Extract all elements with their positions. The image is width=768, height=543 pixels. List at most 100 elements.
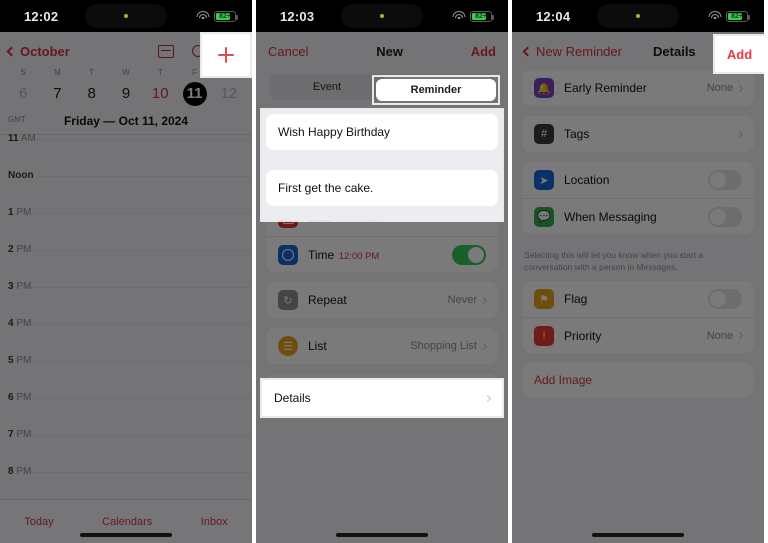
tab-calendars[interactable]: Calendars [102,516,152,528]
wifi-icon [196,10,210,22]
time-toggle[interactable] [452,244,486,265]
row-when-messaging[interactable]: 💬 When Messaging [522,198,754,234]
add-image-button[interactable]: Add Image [522,363,754,397]
hour-label: 7 [8,429,14,440]
status-bar: 12:03 82+ [256,0,508,32]
cancel-button[interactable]: Cancel [268,44,308,59]
flag-label: Flag [564,292,588,306]
chevron-right-icon [479,342,488,350]
row-text: Flag [564,290,708,308]
when-messaging-label: When Messaging [564,209,657,224]
hash-icon: # [534,124,554,144]
chevron-right-icon [735,331,744,340]
location-icon: ➤ [534,170,554,190]
repeat-icon: ↻ [278,290,298,310]
hour-row[interactable]: 4 PM [0,318,252,361]
camera-dot-icon [380,14,384,18]
hour-label: 8 [8,466,14,477]
notes-input-highlighted[interactable]: First get the cake. [266,170,498,206]
title-input-highlighted[interactable]: Wish Happy Birthday [266,114,498,150]
week-day-3[interactable]: W9 [109,68,143,106]
hour-label: 6 [8,392,14,403]
row-early-reminder[interactable]: 🔔 Early Reminder None [522,70,754,106]
week-day-2[interactable]: T8 [75,68,109,106]
when-messaging-toggle[interactable] [708,206,742,227]
row-time[interactable]: Time 12:00 PM [266,236,498,272]
details-group-4: ⚑ Flag ! Priority None [522,281,754,353]
tab-today[interactable]: Today [24,516,53,528]
modal-sheet: Cancel New Add Event Reminder Wish Happy… [256,32,508,543]
dow-label: M [54,68,61,77]
add-button-highlighted[interactable]: Add [715,36,764,72]
row-flag[interactable]: ⚑ Flag [522,281,754,317]
status-right: 82+ [196,0,238,32]
dow-label: T [89,68,95,77]
hour-row[interactable]: 7 PM [0,429,252,472]
dow-label: S [20,68,26,77]
date-number: 7 [53,85,62,102]
row-time-label: Time [308,247,335,262]
priority-icon: ! [534,325,554,346]
location-toggle[interactable] [708,170,742,190]
row-repeat[interactable]: ↻ Repeat Never [266,282,498,318]
spotlight-details-row[interactable]: Details [262,380,502,416]
hour-suffix: AM [20,133,36,144]
hour-row[interactable]: 5 PM [0,355,252,398]
date-number: 8 [87,85,96,102]
spotlight-add-button[interactable]: Add [715,36,764,72]
back-to-october-button[interactable]: October [6,44,70,59]
row-text: Priority [564,327,707,345]
week-day-0[interactable]: S6 [6,68,40,106]
battery-icon: 82+ [726,10,750,22]
dynamic-island [597,4,679,28]
battery-icon: 82+ [214,10,238,22]
list-group: ☰ List Shopping List [266,328,498,364]
spotlight-reminder-segment[interactable]: Reminder [374,77,498,103]
hour-row[interactable]: 3 PM [0,281,252,324]
battery-icon: 82+ [470,10,494,22]
row-list[interactable]: ☰ List Shopping List [266,328,498,364]
spotlight-plus-button[interactable] [202,34,250,76]
details-group-1: 🔔 Early Reminder None [522,70,754,106]
chevron-right-icon [735,130,744,138]
clock-icon [278,244,298,265]
flag-toggle[interactable] [708,289,742,309]
tab-inbox[interactable]: Inbox [201,516,228,528]
plus-icon-highlighted[interactable] [218,47,234,63]
segment-event[interactable]: Event [272,76,382,98]
phone-screen-details: 12:04 82+ New Reminder Details Add [512,0,764,543]
segment-reminder-highlighted[interactable]: Reminder [376,79,496,101]
details-sheet: New Reminder Details Add 🔔 Early Reminde… [512,32,764,543]
when-messaging-note: Selecting this will let you know when yo… [524,250,704,272]
hour-row[interactable]: 1 PM [0,207,252,250]
hour-row[interactable]: Noon [0,170,252,213]
list-icon[interactable] [158,44,174,58]
row-text: Tags [564,125,737,143]
row-repeat-label: Repeat [308,293,347,307]
hour-row[interactable]: 11 AM [0,133,252,176]
date-number: 10 [151,85,169,102]
row-time-text: Time 12:00 PM [308,246,452,264]
week-day-1[interactable]: M7 [40,68,74,106]
hour-label: 1 [8,207,14,218]
hour-row[interactable]: 2 PM [0,244,252,287]
row-text: When Messaging [564,208,708,226]
week-day-4[interactable]: T 10 [143,68,177,106]
sheet-title: New [376,43,403,59]
battery-label: 82+ [731,12,743,20]
hour-suffix: PM [16,429,32,440]
row-priority[interactable]: ! Priority None [522,317,754,353]
dow-label: T [157,68,163,77]
details-body: New Reminder Details Add 🔔 Early Reminde… [512,32,764,543]
chevron-right-icon [483,394,492,402]
row-tags[interactable]: # Tags [522,116,754,152]
hour-row[interactable]: 6 PM [0,392,252,435]
back-to-new-reminder-button[interactable]: New Reminder [522,44,622,59]
add-button[interactable]: Add [471,44,496,59]
row-location[interactable]: ➤ Location [522,162,754,198]
add-image-group: Add Image [522,363,754,397]
dynamic-island [85,4,167,28]
spotlight-text-fields[interactable]: Wish Happy Birthday First get the cake. [262,110,502,220]
status-bar: 12:04 82+ [512,0,764,32]
hour-label: 2 [8,244,14,255]
